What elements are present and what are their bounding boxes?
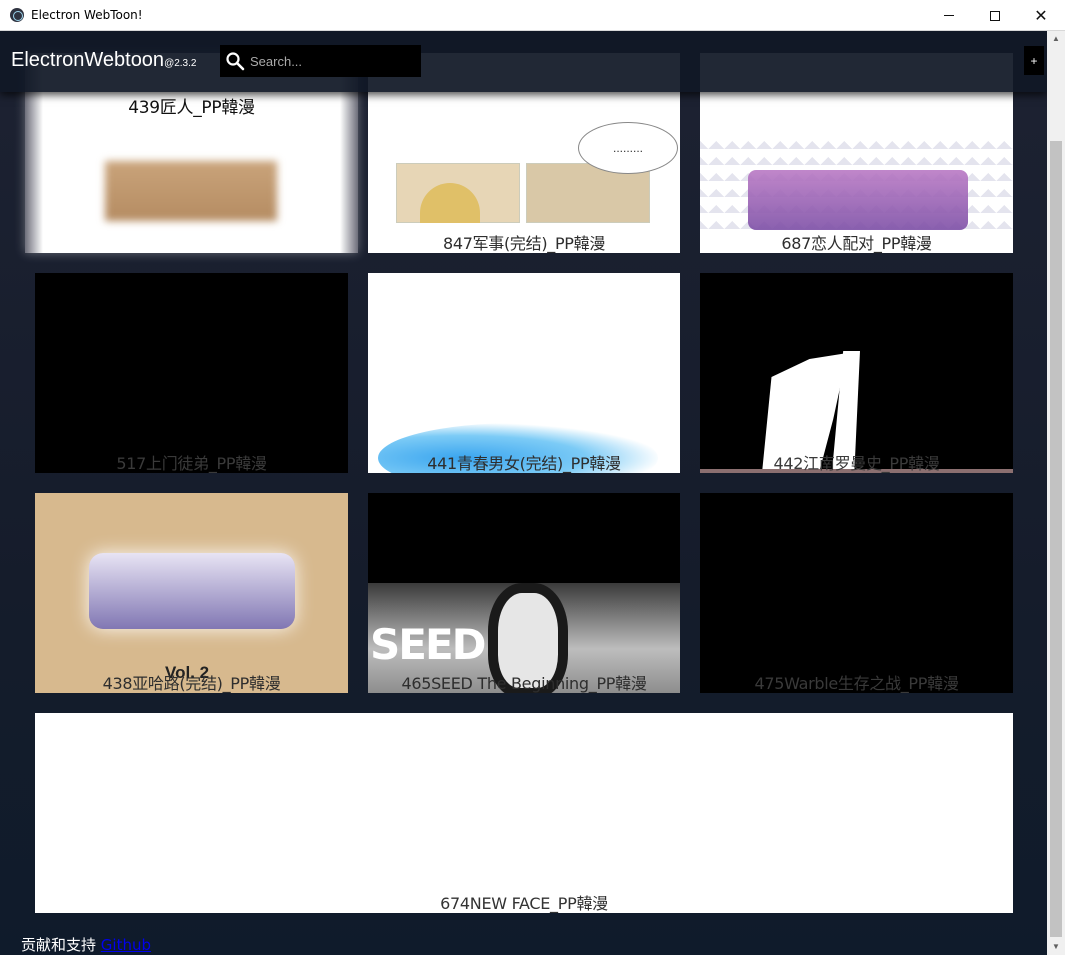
minimize-button[interactable]: [926, 0, 972, 31]
scroll-down-arrow-icon[interactable]: ▼: [1047, 939, 1065, 955]
footer: 贡献和支持 Github: [21, 934, 151, 955]
scroll-thumb[interactable]: [1050, 141, 1062, 937]
card-title: 438亚哈路(完结)_PP韓漫: [102, 674, 281, 693]
brand-version: @2.3.2: [164, 58, 197, 69]
card-title: 517上门徒弟_PP韓漫: [116, 454, 267, 473]
webtoon-card[interactable]: Vol. 2 438亚哈路(完结)_PP韓漫: [35, 493, 348, 693]
app-content: ElectronWebtoon@2.3.2 + 439匠人_PP韓漫 .....…: [0, 31, 1047, 955]
webtoon-card[interactable]: 517上门徒弟_PP韓漫: [35, 273, 348, 473]
webtoon-card[interactable]: 475Warble生存之战_PP韓漫: [700, 493, 1013, 693]
search-input[interactable]: [250, 45, 415, 77]
app-header: ElectronWebtoon@2.3.2 +: [0, 31, 1047, 92]
speech-bubble: .........: [578, 122, 678, 174]
cover-image: [89, 553, 295, 629]
card-title: 847军事(完结)_PP韓漫: [442, 234, 606, 253]
search-box[interactable]: [220, 45, 421, 77]
webtoon-card[interactable]: 442江南罗曼史_PP韓漫: [700, 273, 1013, 473]
search-icon: [226, 52, 245, 71]
github-link[interactable]: Github: [101, 936, 151, 954]
maximize-icon: [990, 10, 1000, 21]
cover-image: [105, 161, 277, 221]
scroll-up-arrow-icon[interactable]: ▲: [1047, 31, 1065, 47]
maximize-button[interactable]: [972, 0, 1018, 31]
cover-art-text: SEED: [370, 620, 486, 669]
vertical-scrollbar[interactable]: ▲ ▼: [1047, 31, 1065, 955]
close-icon: ✕: [1034, 5, 1048, 25]
close-button[interactable]: ✕: [1018, 0, 1064, 31]
brand-title: ElectronWebtoon@2.3.2: [11, 49, 196, 72]
electron-app-icon: [10, 8, 24, 22]
minimize-icon: [944, 15, 954, 16]
brand-name: ElectronWebtoon: [11, 49, 165, 71]
card-title: 475Warble生存之战_PP韓漫: [754, 674, 959, 693]
card-title: 465SEED The Beginning_PP韓漫: [401, 674, 647, 693]
webtoon-card[interactable]: 674NEW FACE_PP韓漫: [35, 713, 1013, 913]
add-button[interactable]: +: [1024, 46, 1044, 75]
webtoon-card[interactable]: SEED 465SEED The Beginning_PP韓漫: [368, 493, 680, 693]
card-title: 439匠人_PP韓漫: [128, 98, 255, 118]
window-title: Electron WebToon!: [31, 8, 143, 22]
footer-text: 贡献和支持: [21, 936, 97, 954]
card-title: 441青春男女(完结)_PP韓漫: [427, 454, 621, 473]
card-title: 674NEW FACE_PP韓漫: [440, 894, 608, 913]
card-title: 442江南罗曼史_PP韓漫: [773, 454, 940, 473]
window-titlebar: Electron WebToon! ✕: [0, 0, 1065, 31]
webtoon-card[interactable]: 441青春男女(完结)_PP韓漫: [368, 273, 680, 473]
card-title: 687恋人配对_PP韓漫: [781, 234, 932, 253]
